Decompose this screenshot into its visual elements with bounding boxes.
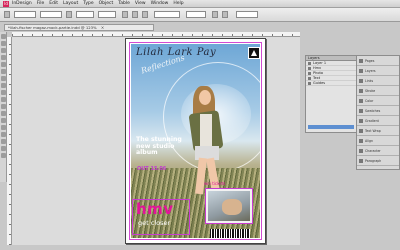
hmv-tagline[interactable]: get closer [138, 219, 170, 227]
width-field[interactable] [40, 11, 62, 18]
fill-swatch-icon[interactable] [132, 11, 138, 18]
zoom-tool-icon[interactable] [1, 146, 6, 151]
dock-item-paragraph[interactable]: Paragraph [357, 156, 399, 166]
layers-panel: Layers Layer 1 Hmv Photo Text Guides [305, 55, 357, 133]
menu-item-window[interactable]: Window [151, 1, 169, 6]
panel-scrollbar[interactable] [308, 125, 354, 129]
menu-item-indesign[interactable]: InDesign [12, 1, 32, 6]
menu-item-edit[interactable]: Edit [49, 1, 58, 6]
eyedropper-tool-icon[interactable] [1, 132, 6, 137]
gap-tool-icon[interactable] [1, 55, 6, 60]
reference-point-icon[interactable] [4, 11, 10, 18]
dock-item-character[interactable]: Character [357, 146, 399, 156]
dock-item-color[interactable]: Color [357, 96, 399, 106]
pencil-tool-icon[interactable] [1, 83, 6, 88]
rotation-field[interactable] [98, 11, 116, 18]
masthead[interactable]: Lilah Lark Pay [136, 47, 236, 58]
dock-item-gradient[interactable]: Gradient [357, 116, 399, 126]
scale-x-field[interactable] [76, 11, 94, 18]
dock-item-text-wrap[interactable]: Text Wrap [357, 126, 399, 136]
dock-item-layers[interactable]: Layers [357, 66, 399, 76]
free-transform-tool-icon[interactable] [1, 111, 6, 116]
color-icon [359, 98, 363, 103]
links-icon [359, 78, 363, 83]
rectangle-frame-tool-icon[interactable] [1, 90, 6, 95]
pen-tool-icon[interactable] [1, 76, 6, 81]
direct-selection-tool-icon[interactable] [1, 41, 6, 46]
document-page[interactable]: Lilah Lark Pay Reflections The stunning … [125, 38, 266, 244]
tools-panel [0, 32, 7, 182]
dock-item-swatches[interactable]: Swatches [357, 106, 399, 116]
hand-tool-icon[interactable] [1, 139, 6, 144]
gradient-tool-icon[interactable] [1, 118, 6, 123]
text-wrap-icon [359, 128, 363, 133]
eye-icon[interactable] [308, 66, 311, 70]
label-logo-icon [248, 47, 260, 59]
stroke-weight-field[interactable] [154, 11, 180, 18]
menu-item-object[interactable]: Object [99, 1, 114, 6]
scissors-tool-icon[interactable] [1, 104, 6, 109]
layer-row[interactable]: Guides [306, 81, 356, 86]
layers-icon [359, 68, 363, 73]
hmv-logo[interactable]: hmv [136, 200, 174, 218]
paragraph-icon [359, 158, 363, 163]
eye-icon[interactable] [308, 81, 311, 85]
dock-item-pages[interactable]: Pages [357, 56, 399, 66]
menu-bar: Id InDesign File Edit Layout Type Object… [0, 0, 400, 8]
stroke-icon [359, 88, 363, 93]
document-tab[interactable]: *lilah-fischer magaz-mock-partie.indd @ … [4, 24, 154, 31]
dock-item-stroke[interactable]: Stroke [357, 86, 399, 96]
selection-tool-icon[interactable] [1, 34, 6, 39]
constrain-proportions-icon[interactable] [66, 11, 72, 18]
page-tool-icon[interactable] [1, 48, 6, 53]
frame-fitting-field[interactable] [236, 11, 258, 18]
stroke-swatch-icon[interactable] [142, 11, 148, 18]
pages-icon [359, 58, 363, 63]
cover-date[interactable]: OUT 15.06 [137, 166, 166, 172]
menu-item-table[interactable]: Table [118, 1, 130, 6]
swatches-icon [359, 108, 363, 113]
inset-photo[interactable] [205, 188, 253, 224]
eye-icon[interactable] [308, 76, 311, 80]
flip-icon[interactable] [122, 11, 128, 18]
eye-icon[interactable] [308, 71, 311, 75]
menu-item-help[interactable]: Help [173, 1, 183, 6]
type-tool-icon[interactable] [1, 62, 6, 67]
x-position-field[interactable] [14, 11, 36, 18]
app-logo: Id [3, 0, 9, 7]
gradient-icon [359, 118, 363, 123]
inset-figure [222, 199, 242, 215]
close-icon[interactable]: × [101, 25, 104, 30]
menu-item-file[interactable]: File [37, 1, 45, 6]
dock-item-align[interactable]: Align [357, 136, 399, 146]
note-tool-icon[interactable] [1, 125, 6, 130]
character-icon [359, 148, 363, 153]
barcode[interactable] [210, 229, 250, 238]
line-tool-icon[interactable] [1, 69, 6, 74]
eye-icon[interactable] [308, 61, 311, 65]
document-title: *lilah-fischer magaz-mock-partie.indd @ … [8, 25, 97, 30]
cover-line[interactable]: The stunning new studio album [136, 136, 191, 157]
panel-dock: Pages Layers Links Stroke Color Swatches… [356, 55, 400, 170]
effects-icon[interactable] [212, 11, 218, 18]
opacity-field[interactable] [186, 11, 206, 18]
menu-item-view[interactable]: View [135, 1, 146, 6]
rectangle-tool-icon[interactable] [1, 97, 6, 102]
menu-item-layout[interactable]: Layout [63, 1, 78, 6]
fill-stroke-icon[interactable] [1, 153, 6, 158]
menu-item-type[interactable]: Type [83, 1, 93, 6]
align-icon [359, 138, 363, 143]
control-bar [0, 8, 400, 22]
dock-item-links[interactable]: Links [357, 76, 399, 86]
inset-label[interactable]: win tickets [204, 181, 225, 186]
text-wrap-icon[interactable] [222, 11, 228, 18]
